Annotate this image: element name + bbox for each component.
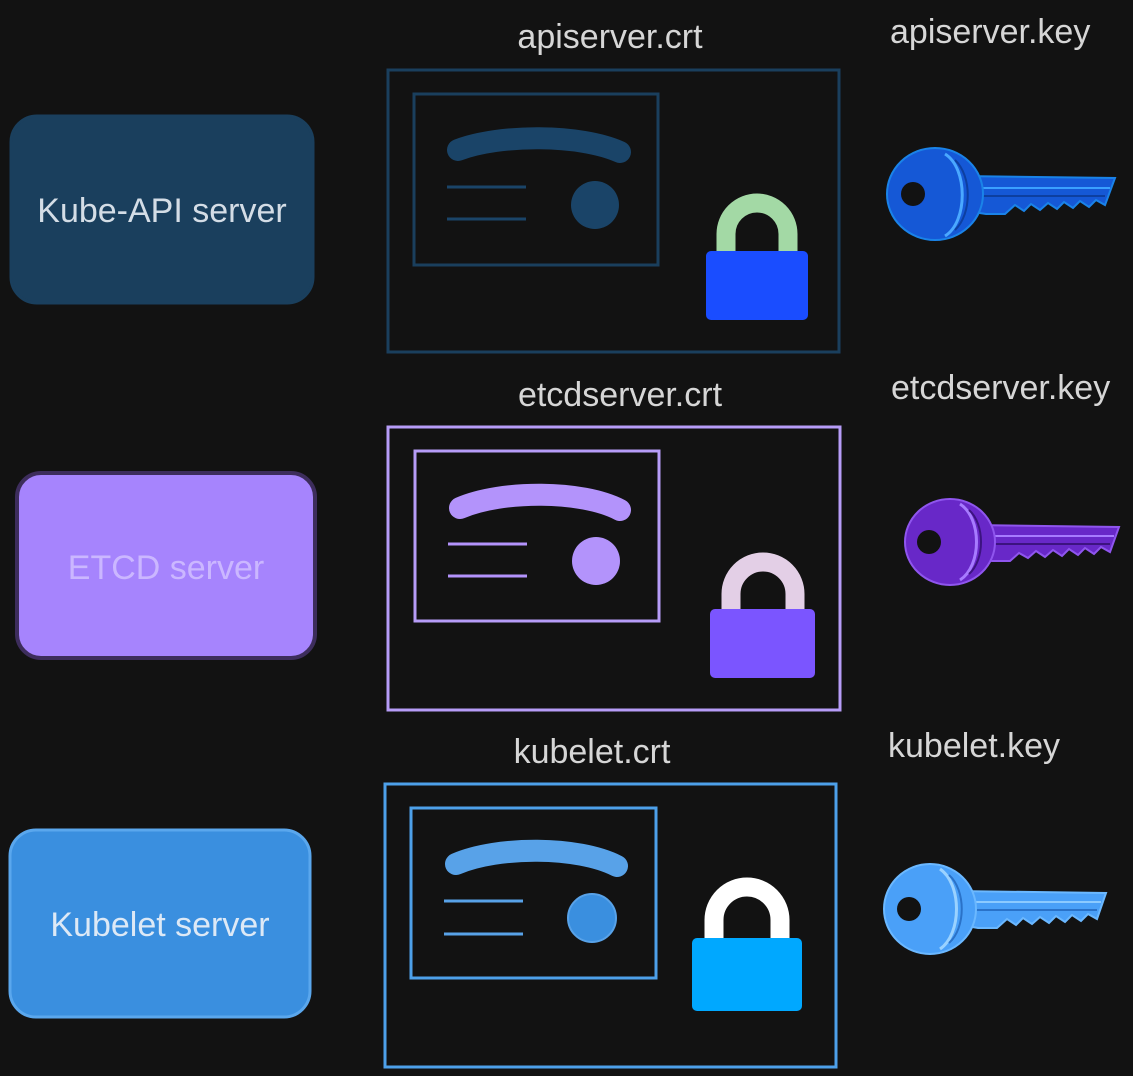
etcdserver-crt-label: etcdserver.crt [518,376,723,414]
apiserver-crt-label: apiserver.crt [517,18,703,56]
kubelet-key-icon [883,863,1108,955]
kubelet-server-label: Kubelet server [50,906,269,944]
kubelet-crt-label: kubelet.crt [514,733,671,771]
apiserver-lock-icon [706,193,808,320]
row-kube-api: Kube-API server apiserver.crt apiserver.… [9,13,1117,354]
apiserver-key-icon [886,147,1117,241]
etcdserver-key-label: etcdserver.key [891,369,1110,407]
apiserver-key-label: apiserver.key [890,13,1090,51]
kubelet-lock-icon [692,877,802,1011]
kubelet-key-label: kubelet.key [888,727,1060,765]
row-kubelet: Kubelet server kubelet.crt kubelet.key [8,727,1108,1069]
etcdserver-lock-icon [710,552,815,678]
etcdserver-key-icon [904,498,1121,586]
certificate-diagram: Kube-API server apiserver.crt apiserver.… [8,13,1121,1069]
row-etcd: ETCD server etcdserver.crt etcdserver.ke… [15,369,1121,712]
kube-api-server-label: Kube-API server [37,192,286,230]
kubelet-certificate-icon [383,782,838,1069]
etcd-server-label: ETCD server [68,549,264,587]
